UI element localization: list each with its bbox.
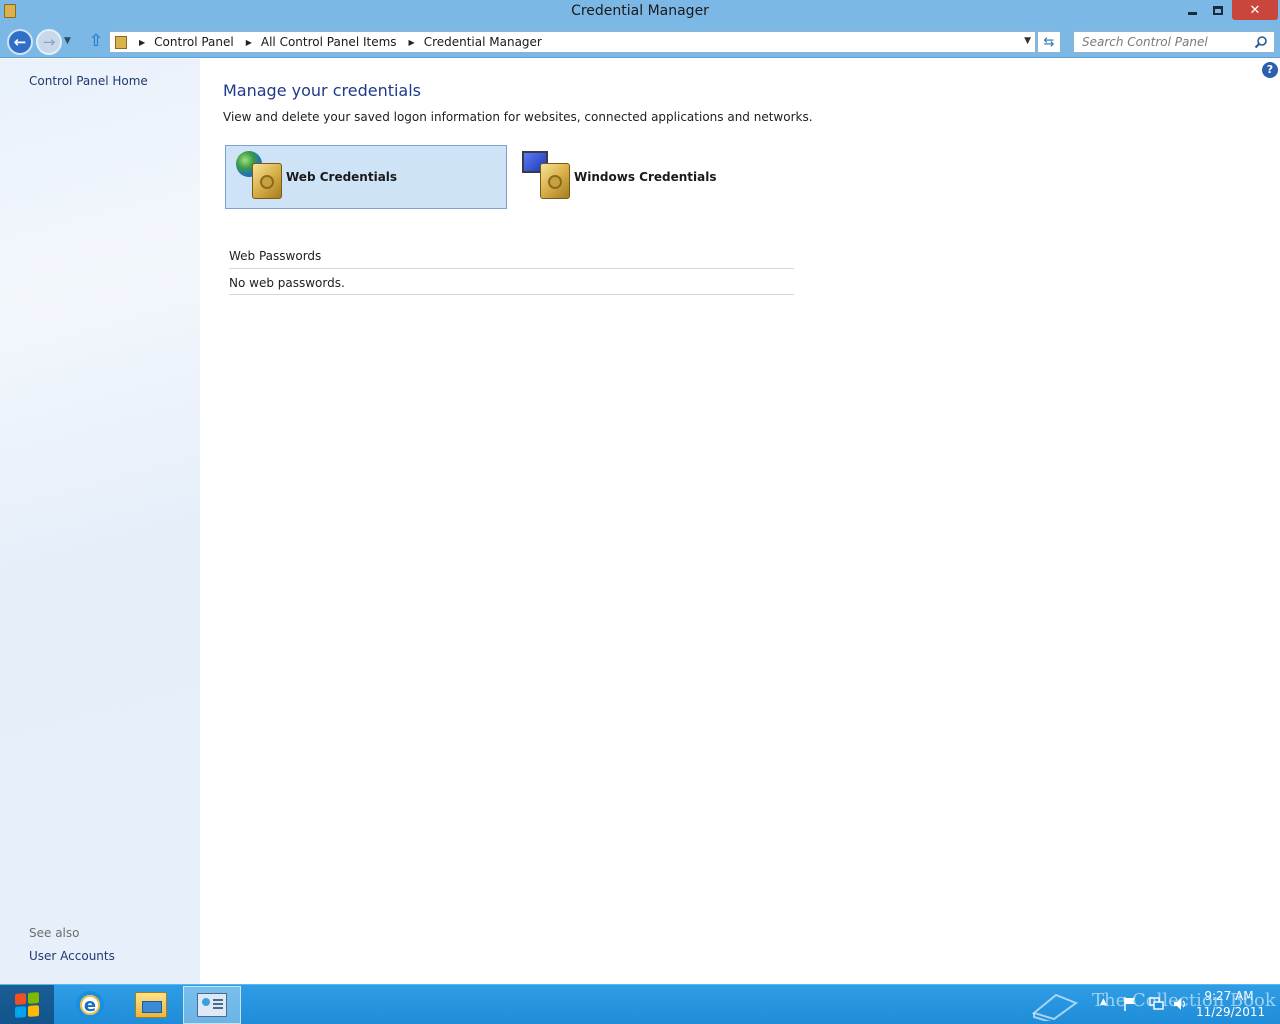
up-arrow-icon: ⇧ xyxy=(88,31,104,51)
web-credentials-label: Web Credentials xyxy=(286,170,398,184)
windows-credentials-icon xyxy=(522,151,574,203)
address-bar[interactable]: ▶ Control Panel ▶ All Control Panel Item… xyxy=(109,31,1036,53)
taskbar: e The Collection Book ▲ 9:27 AM 11/29/20… xyxy=(0,984,1280,1024)
page-title: Manage your credentials xyxy=(223,81,422,100)
taskbar-internet-explorer[interactable]: e xyxy=(61,986,119,1024)
empty-list-message: No web passwords. xyxy=(229,269,794,295)
back-arrow-icon: ← xyxy=(13,33,27,51)
windows-credentials-label: Windows Credentials xyxy=(574,170,717,184)
back-button[interactable]: ← xyxy=(7,29,33,55)
windows-credentials-tile[interactable]: Windows Credentials xyxy=(513,145,795,209)
minimize-button[interactable] xyxy=(1180,0,1204,20)
taskbar-control-panel[interactable] xyxy=(183,986,241,1024)
control-panel-location-icon xyxy=(115,35,127,49)
taskbar-file-explorer[interactable] xyxy=(122,986,180,1024)
breadcrumb-chevron-icon[interactable]: ▶ xyxy=(409,38,415,47)
action-center-flag-icon[interactable] xyxy=(1123,996,1137,1012)
windows-logo-icon xyxy=(15,992,39,1018)
web-credentials-tile[interactable]: Web Credentials xyxy=(225,145,507,209)
control-panel-icon xyxy=(197,993,227,1017)
network-icon[interactable] xyxy=(1148,997,1164,1011)
restore-button[interactable] xyxy=(1206,0,1230,20)
window-title: Credential Manager xyxy=(571,3,709,19)
navigation-bar: ← → ▼ ⇧ ▶ Control Panel ▶ All Control Pa… xyxy=(0,24,1280,58)
show-hidden-icons-button[interactable]: ▲ xyxy=(1100,997,1107,1024)
restore-icon xyxy=(1213,5,1223,15)
clock-time: 9:27 AM xyxy=(1204,989,1254,1003)
refresh-button[interactable]: ⇆ xyxy=(1037,31,1061,53)
recent-locations-dropdown[interactable]: ▼ xyxy=(64,36,71,46)
close-button[interactable]: ✕ xyxy=(1232,0,1278,20)
breadcrumb-control-panel[interactable]: Control Panel xyxy=(154,35,234,49)
web-passwords-header[interactable]: Web Passwords xyxy=(229,247,794,269)
title-bar: Credential Manager ✕ xyxy=(0,0,1280,24)
taskbar-clock[interactable]: 9:27 AM 11/29/2011 xyxy=(1196,988,1266,1020)
start-button[interactable] xyxy=(0,985,54,1024)
breadcrumb-chevron-icon[interactable]: ▶ xyxy=(139,38,145,47)
user-accounts-link[interactable]: User Accounts xyxy=(29,949,115,963)
left-navigation-pane: Control Panel Home See also User Account… xyxy=(0,59,200,984)
page-description: View and delete your saved logon informa… xyxy=(223,110,813,124)
up-button[interactable]: ⇧ xyxy=(87,31,105,51)
breadcrumb-all-control-panel-items[interactable]: All Control Panel Items xyxy=(261,35,397,49)
address-history-dropdown-icon[interactable]: ▼ xyxy=(1024,36,1031,46)
control-panel-home-link[interactable]: Control Panel Home xyxy=(29,74,148,88)
web-passwords-list: Web Passwords No web passwords. xyxy=(229,247,794,295)
internet-explorer-icon: e xyxy=(76,991,104,1019)
clock-date: 11/29/2011 xyxy=(1196,1005,1266,1019)
close-icon: ✕ xyxy=(1249,2,1261,18)
refresh-icon: ⇆ xyxy=(1043,34,1055,50)
search-icon[interactable] xyxy=(1254,35,1268,49)
file-explorer-icon xyxy=(135,992,167,1018)
forward-arrow-icon: → xyxy=(42,33,56,51)
minimize-icon xyxy=(1187,11,1197,15)
see-also-heading: See also xyxy=(29,926,80,940)
breadcrumb-chevron-icon[interactable]: ▶ xyxy=(246,38,252,47)
book-watermark-icon xyxy=(1031,993,1079,1021)
search-box[interactable] xyxy=(1073,31,1275,53)
volume-icon[interactable] xyxy=(1172,996,1188,1012)
forward-button[interactable]: → xyxy=(36,29,62,55)
search-input[interactable] xyxy=(1074,32,1250,52)
help-icon[interactable]: ? xyxy=(1262,62,1278,78)
web-credentials-icon xyxy=(234,151,286,203)
breadcrumb-credential-manager[interactable]: Credential Manager xyxy=(424,35,542,49)
